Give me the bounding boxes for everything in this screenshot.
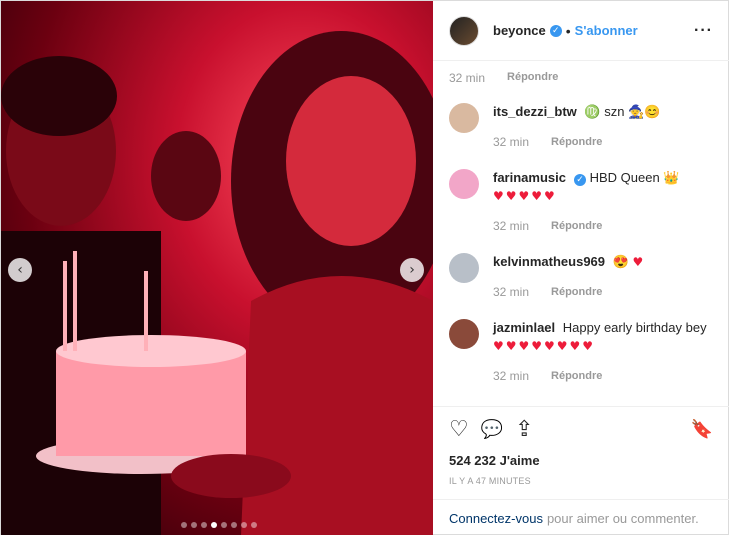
chevron-left-icon: ‹ xyxy=(17,262,23,278)
carousel-dot xyxy=(231,522,237,528)
carousel-dot xyxy=(221,522,227,528)
comment-meta: 32 min Répondre xyxy=(449,71,713,85)
comment-username[interactable]: jazminlael xyxy=(493,320,555,335)
login-prompt-text: pour aimer ou commenter. xyxy=(546,510,699,526)
likes-count[interactable]: 524 232 J'aime xyxy=(449,453,713,468)
chevron-right-icon: › xyxy=(409,262,415,278)
reply-button[interactable]: Répondre xyxy=(551,367,602,385)
reply-button[interactable]: Répondre xyxy=(551,283,602,301)
comment-item: jazminlael Happy early birthday bey ♥♥♥♥… xyxy=(449,319,713,385)
comments-list[interactable]: 32 min Répondre its_dezzi_btw ♍ szn 🧙😊 3… xyxy=(433,61,729,406)
carousel-dot xyxy=(241,522,247,528)
save-icon[interactable]: 🔖 xyxy=(691,418,713,442)
username-link[interactable]: beyonce xyxy=(493,23,546,38)
heart-emojis: ♥♥♥♥♥♥♥♥ xyxy=(493,339,596,353)
comment-text: Happy early birthday bey xyxy=(562,320,707,335)
post-header: beyonce ✓ • S'abonner ··· xyxy=(433,1,729,61)
login-link[interactable]: Connectez-vous xyxy=(449,511,543,526)
verified-badge-icon: ✓ xyxy=(549,24,562,37)
reply-button[interactable]: Répondre xyxy=(551,133,602,151)
comment-text: HBD Queen 👑 xyxy=(589,170,680,185)
comment-username[interactable]: its_dezzi_btw xyxy=(493,104,577,119)
avatar[interactable] xyxy=(449,253,479,283)
comment-time: 32 min xyxy=(493,135,530,149)
comment-meta: 32 min Répondre xyxy=(493,367,713,385)
post-timestamp: IL Y A 47 MINUTES xyxy=(449,476,531,486)
carousel-dot-active xyxy=(211,522,217,528)
comment-time: 32 min xyxy=(493,285,530,299)
avatar[interactable] xyxy=(449,319,479,349)
heart-emojis: ♥♥♥♥♥ xyxy=(493,189,557,203)
comment-meta: 32 min Répondre xyxy=(493,133,713,151)
carousel-dot xyxy=(201,522,207,528)
comment-username[interactable]: kelvinmatheus969 xyxy=(493,254,605,269)
comment-time: 32 min xyxy=(449,71,486,85)
avatar[interactable] xyxy=(449,103,479,133)
heart-emojis: ♥ xyxy=(632,255,646,269)
next-photo-button[interactable]: › xyxy=(400,258,424,282)
comment-meta: 32 min Répondre xyxy=(493,283,713,301)
comment-meta: 32 min Répondre xyxy=(493,217,713,235)
comment-item: farinamusic ✓ HBD Queen 👑 ♥♥♥♥♥ 32 min Ré… xyxy=(449,169,713,235)
login-prompt: Connectez-vous pour aimer ou commenter. xyxy=(433,499,729,535)
instagram-post: ‹ › beyonce ✓ • S'abonner ··· 32 min Rép… xyxy=(0,0,729,535)
more-options-icon[interactable]: ··· xyxy=(694,22,713,40)
share-icon[interactable]: ⇪ xyxy=(515,418,533,442)
carousel-dot xyxy=(251,522,257,528)
carousel-dot xyxy=(191,522,197,528)
comment-text: 😍 xyxy=(612,254,629,269)
previous-photo-button[interactable]: ‹ xyxy=(8,258,32,282)
reply-button[interactable]: Répondre xyxy=(551,217,602,235)
avatar[interactable] xyxy=(449,169,479,199)
follow-button[interactable]: S'abonner xyxy=(575,23,638,38)
post-photo[interactable]: ‹ › xyxy=(1,1,433,535)
post-sidebar: beyonce ✓ • S'abonner ··· 32 min Répondr… xyxy=(433,1,729,535)
carousel-dots xyxy=(181,522,257,528)
photo-illustration xyxy=(1,31,433,535)
comment-time: 32 min xyxy=(493,219,530,233)
comment-time: 32 min xyxy=(493,369,530,383)
comment-item: its_dezzi_btw ♍ szn 🧙😊 32 min Répondre xyxy=(449,103,713,151)
comment-icon[interactable]: 💬 xyxy=(481,418,503,442)
comment-username[interactable]: farinamusic xyxy=(493,170,566,185)
carousel-dot xyxy=(181,522,187,528)
like-icon[interactable]: ♡ xyxy=(449,418,469,442)
post-actions: ♡ 💬 ⇪ 🔖 524 232 J'aime IL Y A 47 MINUTES xyxy=(433,406,729,486)
comment-item: kelvinmatheus969 😍 ♥ 32 min Répondre xyxy=(449,253,713,301)
verified-badge-icon: ✓ xyxy=(573,174,586,186)
comment-text: ♍ szn 🧙😊 xyxy=(584,104,661,119)
avatar[interactable] xyxy=(449,15,479,46)
separator-dot: • xyxy=(565,22,571,39)
reply-button[interactable]: Répondre xyxy=(507,71,558,85)
